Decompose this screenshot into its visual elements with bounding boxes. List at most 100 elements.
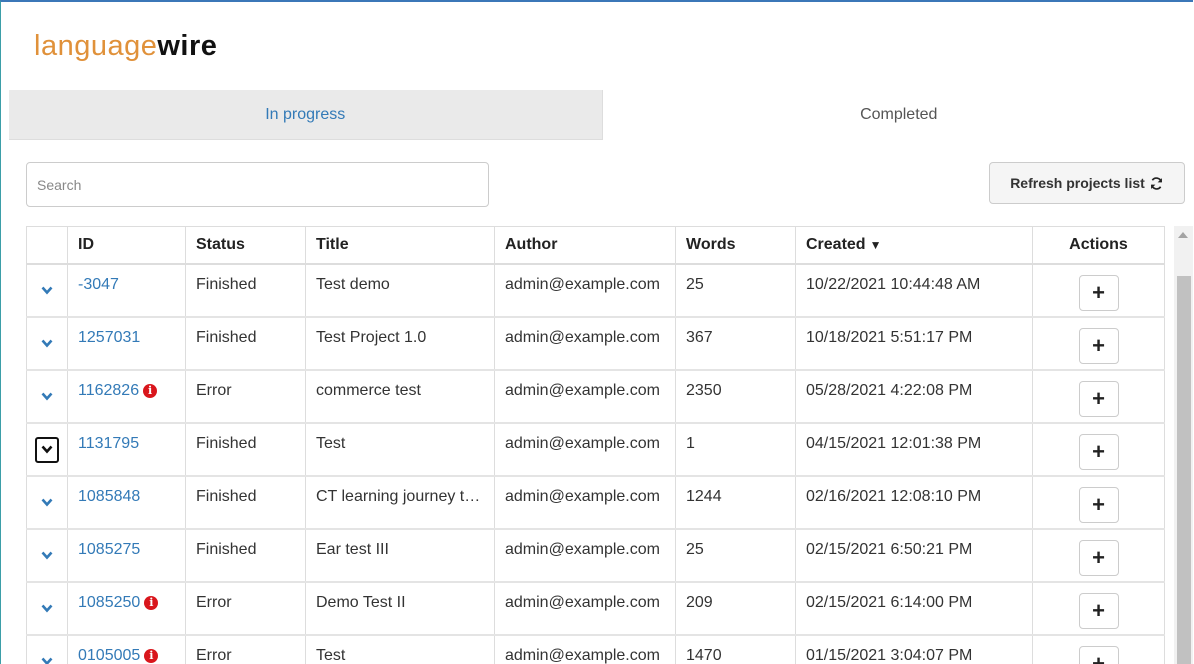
words-cell: 25 [675,528,796,583]
project-id-link[interactable]: 1257031 [78,329,140,346]
table-row: -3047 Finished Test demo admin@example.com 2… [26,263,1165,318]
status-cell: Finished [185,316,306,371]
chevron-down-icon[interactable] [38,387,56,405]
project-id-link[interactable]: 1131795 [78,435,139,452]
add-action-button[interactable]: + [1078,434,1119,470]
status-cell: Finished [185,475,306,530]
chevron-down-icon[interactable] [38,493,56,511]
header-created-label: Created [806,236,866,253]
project-id-link[interactable]: 1085848 [78,488,140,505]
project-id-link[interactable]: -3047 [78,276,119,293]
sort-desc-icon: ▼ [869,238,882,252]
expand-cell [26,422,68,477]
title-cell: Demo Test II [305,581,495,636]
add-action-button[interactable]: + [1078,593,1119,629]
actions-cell: + [1032,369,1165,424]
author-cell: admin@example.com [494,528,676,583]
add-action-button[interactable]: + [1078,328,1119,364]
refresh-projects-button[interactable]: Refresh projects list [989,162,1185,204]
add-action-button[interactable]: + [1078,646,1119,664]
created-cell: 02/16/2021 12:08:10 PM [795,475,1033,530]
chevron-down-icon[interactable] [38,599,56,617]
project-id-link[interactable]: 0105005 [78,647,140,664]
tab-completed[interactable]: Completed [601,90,1193,140]
author-cell: admin@example.com [494,263,676,318]
words-cell: 1244 [675,475,796,530]
created-cell: 10/18/2021 5:51:17 PM [795,316,1033,371]
author-cell: admin@example.com [494,316,676,371]
words-cell: 2350 [675,369,796,424]
chevron-down-icon[interactable] [38,546,56,564]
error-info-icon[interactable]: i [143,383,158,398]
words-cell: 209 [675,581,796,636]
created-cell: 01/15/2021 3:04:07 PM [795,634,1033,664]
table-row: 1131795 Finished Test admin@example.com 1 04/… [26,422,1165,477]
author-cell: admin@example.com [494,422,676,477]
author-cell: admin@example.com [494,634,676,664]
header-created[interactable]: Created ▼ [795,226,1033,265]
header-words[interactable]: Words [675,226,796,265]
created-cell: 02/15/2021 6:50:21 PM [795,528,1033,583]
table-row: 0105005 i Error Test admin@example.com 1470 01… [26,634,1165,664]
add-action-button[interactable]: + [1078,275,1119,311]
add-action-button[interactable]: + [1078,540,1119,576]
refresh-button-label: Refresh projects list [1010,175,1145,191]
add-action-button[interactable]: + [1078,487,1119,523]
projects-table-container: ID Status Title Author Words Created ▼ Ac… [26,226,1166,664]
vertical-scrollbar[interactable] [1174,226,1193,664]
project-id-link[interactable]: 1085250 [78,594,140,611]
author-cell: admin@example.com [494,475,676,530]
project-id-link[interactable]: 1085275 [78,541,140,558]
search-input[interactable] [26,162,489,207]
table-row: 1257031 Finished Test Project 1.0 admin@exa… [26,316,1165,371]
chevron-down-icon[interactable] [38,653,56,664]
id-cell: 1085848 [67,475,186,530]
expand-cell [26,475,68,530]
actions-cell: + [1032,263,1165,318]
chevron-down-icon[interactable] [38,334,56,352]
add-action-button[interactable]: + [1078,381,1119,417]
title-cell: CT learning journey test [305,475,495,530]
id-cell: 1131795 [67,422,186,477]
refresh-icon [1150,176,1162,190]
header-title[interactable]: Title [305,226,495,265]
actions-cell: + [1032,316,1165,371]
actions-cell: + [1032,634,1165,664]
scroll-up-arrow-icon[interactable] [1178,232,1188,238]
title-cell: Test [305,422,495,477]
status-cell: Error [185,634,306,664]
chevron-down-icon[interactable] [38,281,56,299]
author-cell: admin@example.com [494,369,676,424]
words-cell: 367 [675,316,796,371]
actions-cell: + [1032,422,1165,477]
words-cell: 1470 [675,634,796,664]
words-cell: 1 [675,422,796,477]
expand-cell [26,316,68,371]
expand-cell [26,634,68,664]
project-id-link[interactable]: 1162826 [78,382,139,399]
projects-table: ID Status Title Author Words Created ▼ Ac… [26,226,1165,664]
status-cell: Finished [185,263,306,318]
expand-cell [26,528,68,583]
header-author[interactable]: Author [494,226,676,265]
tab-in-progress[interactable]: In progress [9,90,602,140]
header-actions: Actions [1032,226,1165,265]
expand-cell [26,369,68,424]
header-id[interactable]: ID [67,226,186,265]
error-info-icon[interactable]: i [144,595,159,610]
header-status[interactable]: Status [185,226,306,265]
scrollbar-thumb[interactable] [1177,276,1191,664]
words-cell: 25 [675,263,796,318]
logo-text-wire: wire [157,30,218,62]
title-cell: Test Project 1.0 [305,316,495,371]
status-cell: Error [185,581,306,636]
error-info-icon[interactable]: i [144,648,159,663]
id-cell: 1257031 [67,316,186,371]
table-row: 1085848 Finished CT learning journey test a… [26,475,1165,530]
table-row: 1085275 Finished Ear test III admin@example… [26,528,1165,583]
chevron-down-icon[interactable] [35,436,59,463]
table-header-row: ID Status Title Author Words Created ▼ Ac… [26,226,1165,265]
id-cell: 1162826 i [67,369,186,424]
title-cell: Test [305,634,495,664]
id-cell: 1085275 [67,528,186,583]
